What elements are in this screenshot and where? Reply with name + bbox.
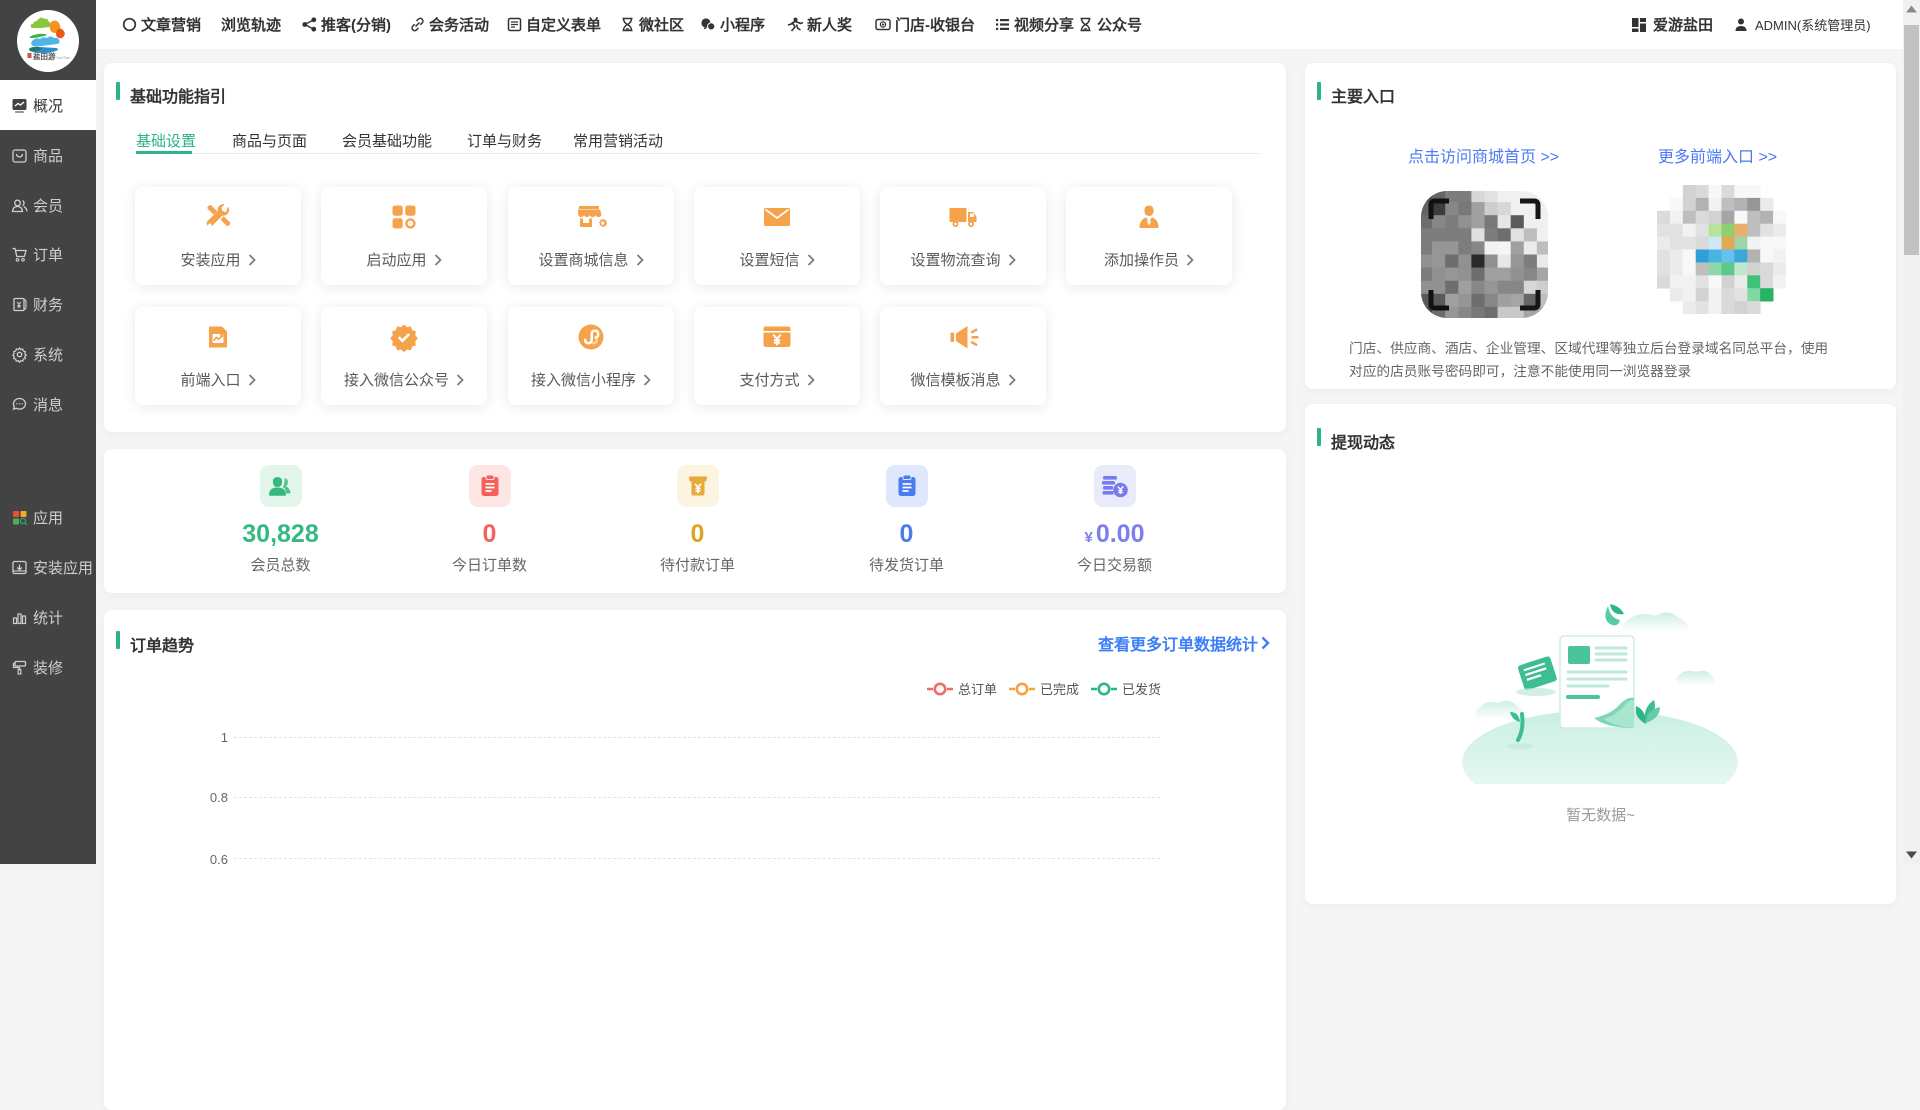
svg-text:盐田游: 盐田游 [33, 51, 56, 61]
svg-text:YanTian: YanTian [56, 55, 70, 60]
